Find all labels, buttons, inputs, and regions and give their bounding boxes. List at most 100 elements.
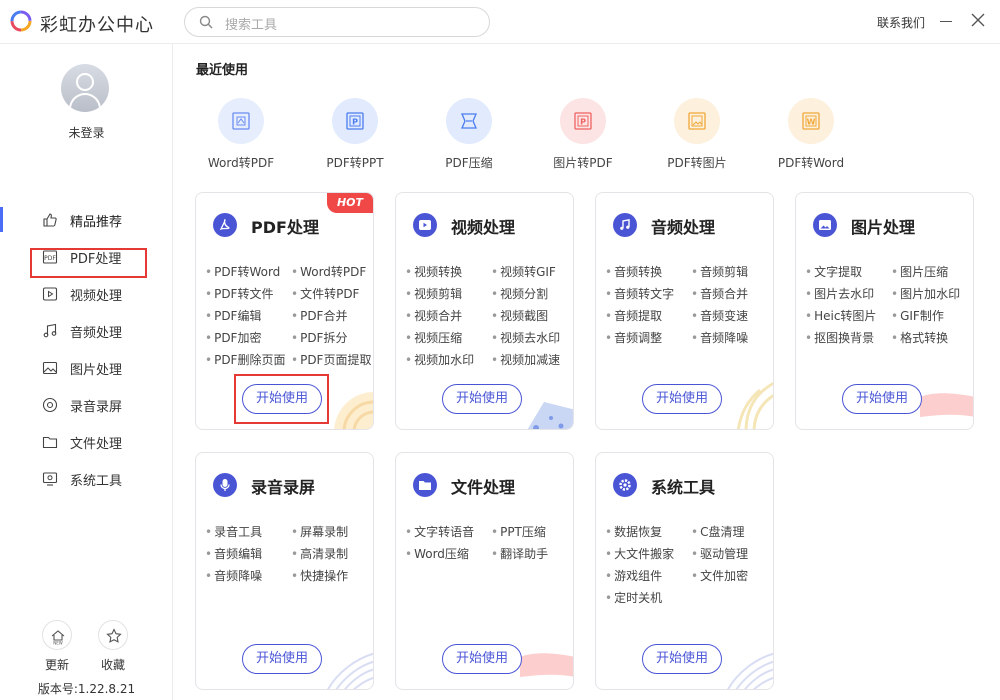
play-icon [42, 287, 58, 301]
feature-item[interactable]: 音频降噪 [205, 567, 262, 584]
feature-item[interactable]: 视频转换 [405, 263, 462, 280]
card-decoration [727, 652, 773, 689]
sidebar-item-label: 系统工具 [70, 474, 123, 489]
feature-item[interactable]: 视频加水印 [405, 351, 474, 368]
avatar[interactable] [61, 64, 109, 112]
feature-item[interactable]: PPT压缩 [491, 523, 546, 540]
feature-item[interactable]: 音频剪辑 [691, 263, 748, 280]
feature-item[interactable]: C盘清理 [691, 523, 744, 540]
feature-item[interactable]: 图片去水印 [805, 285, 874, 302]
feature-item[interactable]: 文字转语音 [405, 523, 474, 540]
minimize-button[interactable] [938, 10, 954, 30]
start-button[interactable]: 开始使用 [642, 644, 722, 674]
feature-item[interactable]: 视频截图 [491, 307, 548, 324]
card-title: PDF处理 [251, 218, 319, 237]
sidebar-item-record[interactable]: 录音录屏 [0, 386, 173, 423]
feature-item[interactable]: 音频提取 [605, 307, 662, 324]
feature-item[interactable]: 视频转GIF [491, 263, 556, 280]
record-icon [42, 397, 58, 413]
start-button[interactable]: 开始使用 [642, 384, 722, 414]
feature-item[interactable]: 驱动管理 [691, 545, 748, 562]
recent-item-pdf-to-ppt[interactable]: P PDF转PPT [299, 96, 409, 176]
recent-item-label: Word转PDF [207, 156, 275, 170]
start-button[interactable]: 开始使用 [842, 384, 922, 414]
sidebar-item-file[interactable]: 文件处理 [0, 423, 173, 460]
favorite-button[interactable] [98, 620, 128, 650]
feature-item[interactable]: 音频转换 [605, 263, 662, 280]
feature-item[interactable]: GIF制作 [891, 307, 944, 324]
feature-item[interactable]: Word转PDF [291, 263, 366, 280]
app-title: 彩虹办公中心 [40, 15, 154, 36]
update-label: 更新 [44, 658, 69, 672]
feature-item[interactable]: 音频调整 [605, 329, 662, 346]
feature-item[interactable]: 视频分割 [491, 285, 548, 302]
recent-item-pdf-compress[interactable]: PDF压缩 [413, 96, 523, 176]
search-icon [199, 15, 213, 29]
feature-item[interactable]: 音频变速 [691, 307, 748, 324]
sidebar-item-video[interactable]: 视频处理 [0, 275, 173, 312]
feature-item[interactable]: 视频加减速 [491, 351, 560, 368]
feature-item[interactable]: 录音工具 [205, 523, 262, 540]
login-status[interactable]: 未登录 [0, 124, 173, 141]
feature-item[interactable]: 数据恢复 [605, 523, 662, 540]
feature-item[interactable]: PDF编辑 [205, 307, 261, 324]
feature-item[interactable]: 音频转文字 [605, 285, 674, 302]
contact-us-link[interactable]: 联系我们 [877, 14, 925, 31]
card-audio: 音频处理 音频转换 音频剪辑 音频转文字 音频合并 音频提取 音频变速 音频调整… [595, 192, 774, 430]
feature-item[interactable]: Heic转图片 [805, 307, 876, 324]
search-box[interactable]: 搜索工具 [184, 7, 490, 37]
feature-item[interactable]: PDF页面提取 [291, 351, 371, 368]
feature-item[interactable]: 音频合并 [691, 285, 748, 302]
sidebar-item-audio[interactable]: 音频处理 [0, 312, 173, 349]
sidebar-item-system[interactable]: 系统工具 [0, 460, 173, 497]
sidebar-item-label: 音频处理 [70, 326, 123, 341]
start-button[interactable]: 开始使用 [442, 384, 522, 414]
start-button[interactable]: 开始使用 [242, 644, 322, 674]
feature-item[interactable]: 视频剪辑 [405, 285, 462, 302]
feature-item[interactable]: 文件加密 [691, 567, 748, 584]
update-button[interactable]: NEW [42, 620, 72, 650]
search-input[interactable]: 搜索工具 [225, 14, 277, 33]
card-image: 图片处理 文字提取 图片压缩 图片去水印 图片加水印 Heic转图片 GIF制作… [795, 192, 974, 430]
recent-item-pdf-to-image[interactable]: PDF转图片 [641, 96, 751, 176]
feature-item[interactable]: 大文件搬家 [605, 545, 674, 562]
feature-item[interactable]: 文件转PDF [291, 285, 359, 302]
feature-item[interactable]: 格式转换 [891, 329, 948, 346]
feature-item[interactable]: PDF合并 [291, 307, 347, 324]
feature-item[interactable]: 定时关机 [605, 589, 662, 606]
feature-item[interactable]: 音频编辑 [205, 545, 262, 562]
recent-item-image-to-pdf[interactable]: P 图片转PDF [527, 96, 637, 176]
image-card-icon [813, 213, 837, 237]
feature-item[interactable]: 图片压缩 [891, 263, 948, 280]
feature-item[interactable]: 视频压缩 [405, 329, 462, 346]
feature-item[interactable]: PDF删除页面 [205, 351, 285, 368]
feature-item[interactable]: 快捷操作 [291, 567, 348, 584]
recent-item-word-to-pdf[interactable]: Word转PDF [185, 96, 295, 176]
feature-item[interactable]: 文字提取 [805, 263, 862, 280]
feature-item[interactable]: PDF转文件 [205, 285, 273, 302]
recent-item-label: 图片转PDF [553, 156, 613, 170]
feature-item[interactable]: 视频合并 [405, 307, 462, 324]
sidebar-item-recommended[interactable]: 精品推荐 [0, 201, 173, 238]
recent-item-pdf-to-word[interactable]: W PDF转Word [755, 96, 865, 176]
feature-item[interactable]: 游戏组件 [605, 567, 662, 584]
feature-item[interactable]: PDF加密 [205, 329, 261, 346]
feature-item[interactable]: Word压缩 [405, 545, 469, 562]
svg-text:P: P [352, 118, 358, 127]
card-record: 录音录屏 录音工具 屏幕录制 音频编辑 高清录制 音频降噪 快捷操作 开始使用 [195, 452, 374, 690]
sidebar-item-image[interactable]: 图片处理 [0, 349, 173, 386]
card-title: 文件处理 [451, 478, 516, 497]
start-button[interactable]: 开始使用 [442, 644, 522, 674]
feature-item[interactable]: 视频去水印 [491, 329, 560, 346]
pdf-card-icon [213, 213, 237, 237]
card-system: 系统工具 数据恢复 C盘清理 大文件搬家 驱动管理 游戏组件 文件加密 定时关机… [595, 452, 774, 690]
feature-item[interactable]: 屏幕录制 [291, 523, 348, 540]
feature-item[interactable]: 高清录制 [291, 545, 348, 562]
close-icon[interactable] [968, 10, 988, 30]
feature-item[interactable]: 翻译助手 [491, 545, 548, 562]
feature-item[interactable]: 抠图换背景 [805, 329, 874, 346]
feature-item[interactable]: 图片加水印 [891, 285, 960, 302]
feature-item[interactable]: 音频降噪 [691, 329, 748, 346]
feature-item[interactable]: PDF转Word [205, 263, 280, 280]
feature-item[interactable]: PDF拆分 [291, 329, 347, 346]
